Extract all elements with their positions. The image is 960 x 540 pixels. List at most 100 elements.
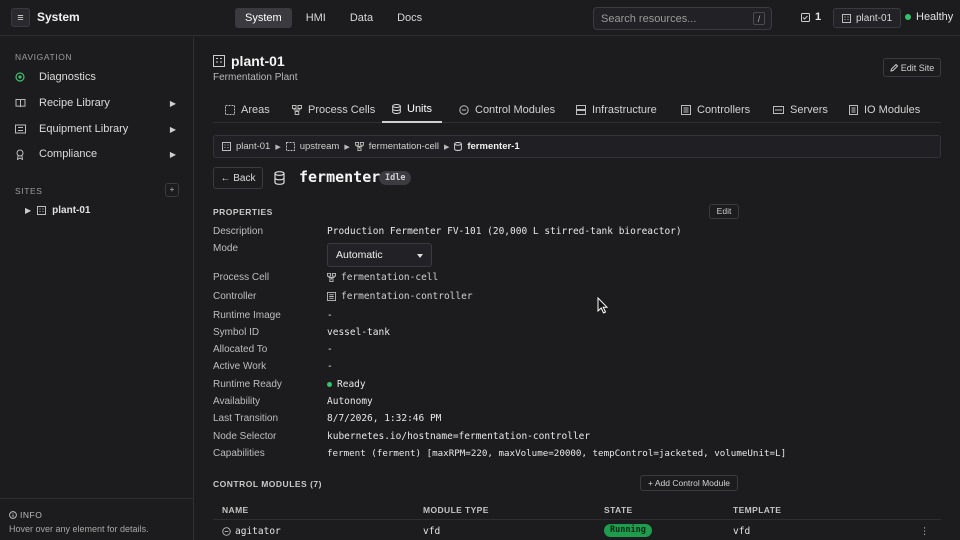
mode-select[interactable]: Automatic [327, 243, 432, 267]
topnav-system[interactable]: System [235, 8, 292, 28]
property-runtime-image: Runtime Image - [213, 309, 933, 324]
property-value: - [327, 361, 333, 372]
back-button[interactable]: ← Back [213, 167, 263, 189]
breadcrumb-process-cell[interactable]: fermentation-cell [369, 141, 439, 152]
property-label: Active Work [213, 361, 267, 372]
topnav-data[interactable]: Data [340, 8, 383, 28]
site-chip-label: plant-01 [856, 12, 893, 24]
search-input[interactable]: Search resources... / [593, 7, 772, 30]
tab-servers[interactable]: Servers [773, 96, 828, 123]
tab-controllers[interactable]: Controllers [681, 96, 750, 123]
process-cell-link[interactable]: fermentation-cell [341, 272, 438, 283]
edit-properties-button[interactable]: Edit [709, 204, 739, 219]
tab-infrastructure[interactable]: Infrastructure [576, 96, 657, 123]
tab-control-modules[interactable]: Control Modules [459, 96, 555, 123]
add-site-button[interactable]: + [165, 183, 179, 197]
property-label: Process Cell [213, 272, 270, 283]
health-status[interactable]: Healthy [905, 11, 953, 23]
award-icon [15, 149, 29, 160]
tab-label: Control Modules [475, 103, 556, 116]
tab-units[interactable]: Units [382, 96, 443, 123]
property-value: 8/7/2026, 1:32:46 PM [327, 413, 442, 424]
areas-icon [285, 142, 295, 151]
cell-module-type: vfd [423, 526, 441, 537]
property-value: - [327, 344, 333, 355]
control-module-icon [459, 104, 469, 115]
breadcrumb-area[interactable]: upstream [300, 141, 340, 152]
target-icon [15, 72, 29, 82]
runtime-ready-value: Ready [337, 379, 366, 390]
column-header[interactable]: NAME [222, 505, 249, 515]
edit-site-button[interactable]: Edit Site [883, 58, 941, 77]
unit-icon [454, 142, 463, 151]
sidebar-item-diagnostics[interactable]: Diagnostics [15, 68, 185, 86]
site-selector[interactable]: plant-01 [833, 8, 902, 28]
hamburger-icon: ≡ [17, 11, 24, 24]
building-icon [37, 206, 47, 215]
property-label: Controller [213, 291, 257, 302]
unit-icon [392, 103, 401, 114]
mode-value: Automatic [336, 249, 383, 261]
building-icon [222, 142, 231, 151]
process-cell-icon [292, 104, 302, 115]
site-label: plant-01 [52, 205, 91, 216]
column-header[interactable]: TEMPLATE [733, 505, 781, 515]
server-icon [773, 105, 784, 114]
breadcrumb: plant-01 ▶ upstream ▶ fermentation-cell … [213, 135, 941, 158]
caret-right-icon: ▶ [25, 206, 32, 215]
areas-icon [225, 104, 235, 115]
tab-process-cells[interactable]: Process Cells [292, 96, 375, 123]
add-control-module-button[interactable]: + Add Control Module [640, 475, 738, 491]
topnav-docs[interactable]: Docs [387, 8, 432, 28]
info-icon [9, 511, 17, 519]
property-label: Runtime Image [213, 310, 281, 321]
property-label: Runtime Ready [213, 379, 282, 390]
sidebar-site-plant-01[interactable]: ▶ plant-01 [25, 205, 91, 216]
property-description: Description Production Fermenter FV-101 … [213, 225, 933, 240]
status-badge: Idle [379, 171, 412, 185]
controller-link[interactable]: fermentation-controller [341, 291, 473, 302]
sidebar-item-compliance[interactable]: Compliance ▶ [15, 145, 185, 163]
property-label: Symbol ID [213, 327, 260, 338]
tab-areas[interactable]: Areas [225, 96, 270, 123]
sidebar: NAVIGATION Diagnostics Recipe Library ▶ … [0, 37, 194, 540]
column-header[interactable]: STATE [604, 505, 633, 515]
topnav-hmi[interactable]: HMI [296, 8, 336, 28]
building-icon [842, 13, 851, 23]
property-value[interactable]: fermentation-cell [327, 272, 438, 283]
column-header[interactable]: MODULE TYPE [423, 505, 489, 515]
property-value[interactable]: fermentation-controller [327, 291, 473, 302]
process-cell-icon [327, 273, 336, 282]
property-mode: Mode [213, 242, 933, 257]
control-module-icon [222, 527, 231, 536]
property-value: Autonomy [327, 396, 373, 407]
breadcrumb-separator-icon: ▶ [275, 143, 281, 151]
unit-icon [274, 171, 285, 185]
breadcrumb-current: fermenter-1 [467, 141, 520, 152]
sidebar-item-recipe-library[interactable]: Recipe Library ▶ [15, 94, 185, 112]
property-label: Description [213, 226, 264, 237]
tab-label: Areas [241, 103, 270, 116]
property-controller: Controller fermentation-controller [213, 290, 933, 305]
table-row[interactable]: agitator vfd Running vfd ⋮ [213, 522, 941, 540]
alerts-indicator[interactable]: 1 [801, 11, 821, 23]
property-value: Ready [327, 379, 366, 390]
breadcrumb-separator-icon: ▶ [443, 143, 450, 151]
control-modules-heading: CONTROL MODULES (7) [213, 479, 322, 489]
chevron-right-icon: ▶ [169, 149, 176, 159]
property-label: Availability [213, 396, 261, 407]
sidebar-item-equipment-library[interactable]: Equipment Library ▶ [15, 120, 185, 138]
info-heading: INFO [9, 510, 42, 520]
top-nav: System HMI Data Docs [235, 8, 432, 28]
menu-button[interactable]: ≡ [11, 8, 30, 27]
book-icon [15, 98, 29, 108]
row-menu-icon[interactable]: ⋮ [920, 526, 930, 537]
breadcrumb-site[interactable]: plant-01 [236, 141, 270, 152]
tab-io-modules[interactable]: IO Modules [849, 96, 920, 123]
property-label: Capabilities [213, 448, 265, 459]
property-label: Node Selector [213, 431, 277, 442]
property-value: ferment (ferment) [maxRPM=220, maxVolume… [327, 448, 787, 459]
cell-name: agitator [222, 526, 281, 537]
sidebar-item-label: Recipe Library [39, 97, 110, 109]
top-bar: ≡ System System HMI Data Docs Search res… [0, 0, 960, 36]
